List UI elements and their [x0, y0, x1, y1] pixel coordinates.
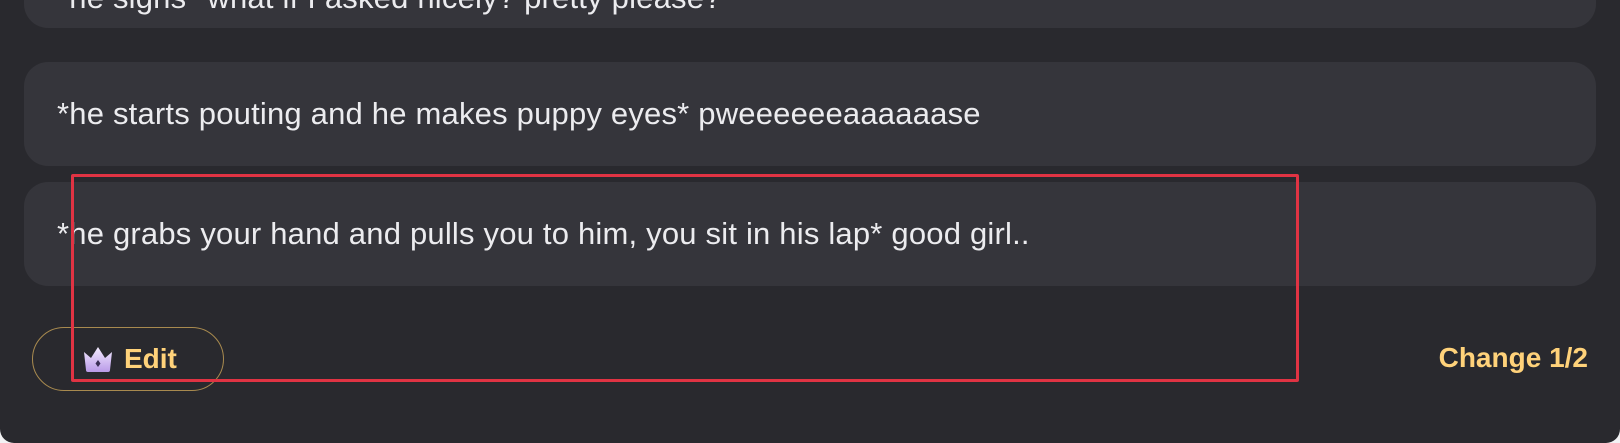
edit-button-label: Edit — [124, 343, 177, 374]
chat-panel: *he sighs* what if I asked nicely? prett… — [0, 0, 1620, 443]
message-text: *he starts pouting and he makes puppy ey… — [57, 96, 981, 131]
change-version-link[interactable]: Change 1/2 — [1439, 342, 1588, 374]
edit-button[interactable]: Edit — [32, 327, 224, 391]
message-text: *he sighs* what if I asked nicely? prett… — [57, 0, 722, 16]
message-text: *he grabs your hand and pulls you to him… — [57, 216, 1030, 251]
crown-icon — [84, 347, 112, 372]
message-bubble[interactable]: *he starts pouting and he makes puppy ey… — [24, 62, 1596, 166]
message-bubble[interactable]: *he sighs* what if I asked nicely? prett… — [24, 0, 1596, 28]
message-bubble-selected[interactable]: *he grabs your hand and pulls you to him… — [24, 182, 1596, 286]
